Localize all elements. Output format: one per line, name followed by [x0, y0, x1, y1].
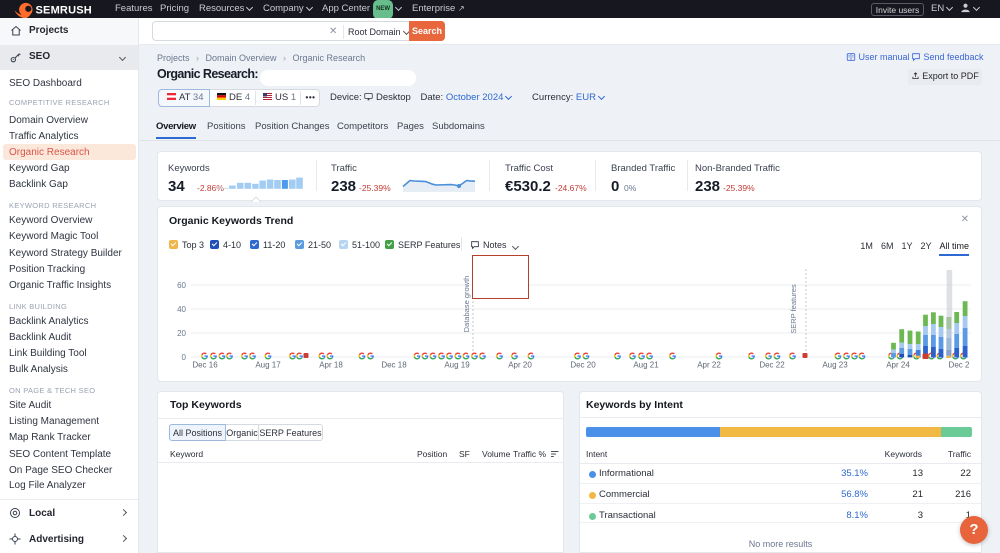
svg-text:Dec 18: Dec 18: [381, 361, 407, 370]
svg-text:Aug 23: Aug 23: [822, 361, 848, 370]
svg-text:Aug 17: Aug 17: [255, 361, 281, 370]
svg-text:40: 40: [177, 305, 186, 314]
svg-text:Apr 18: Apr 18: [319, 361, 343, 370]
svg-text:Apr 20: Apr 20: [508, 361, 532, 370]
svg-text:Dec 22: Dec 22: [759, 361, 785, 370]
svg-text:0: 0: [182, 353, 187, 362]
svg-text:SEMRUSH: SEMRUSH: [36, 5, 92, 17]
svg-text:Apr 22: Apr 22: [697, 361, 721, 370]
svg-text:SERP features: SERP features: [789, 284, 798, 334]
svg-text:Dec 20: Dec 20: [570, 361, 596, 370]
svg-text:Aug 21: Aug 21: [633, 361, 659, 370]
svg-text:Aug 19: Aug 19: [444, 361, 470, 370]
svg-text:Dec 2: Dec 2: [949, 361, 970, 370]
svg-text:20: 20: [177, 329, 186, 338]
svg-text:Apr 24: Apr 24: [886, 361, 910, 370]
svg-text:Dec 16: Dec 16: [192, 361, 218, 370]
svg-text:60: 60: [177, 281, 186, 290]
svg-text:Database growth: Database growth: [462, 276, 471, 333]
